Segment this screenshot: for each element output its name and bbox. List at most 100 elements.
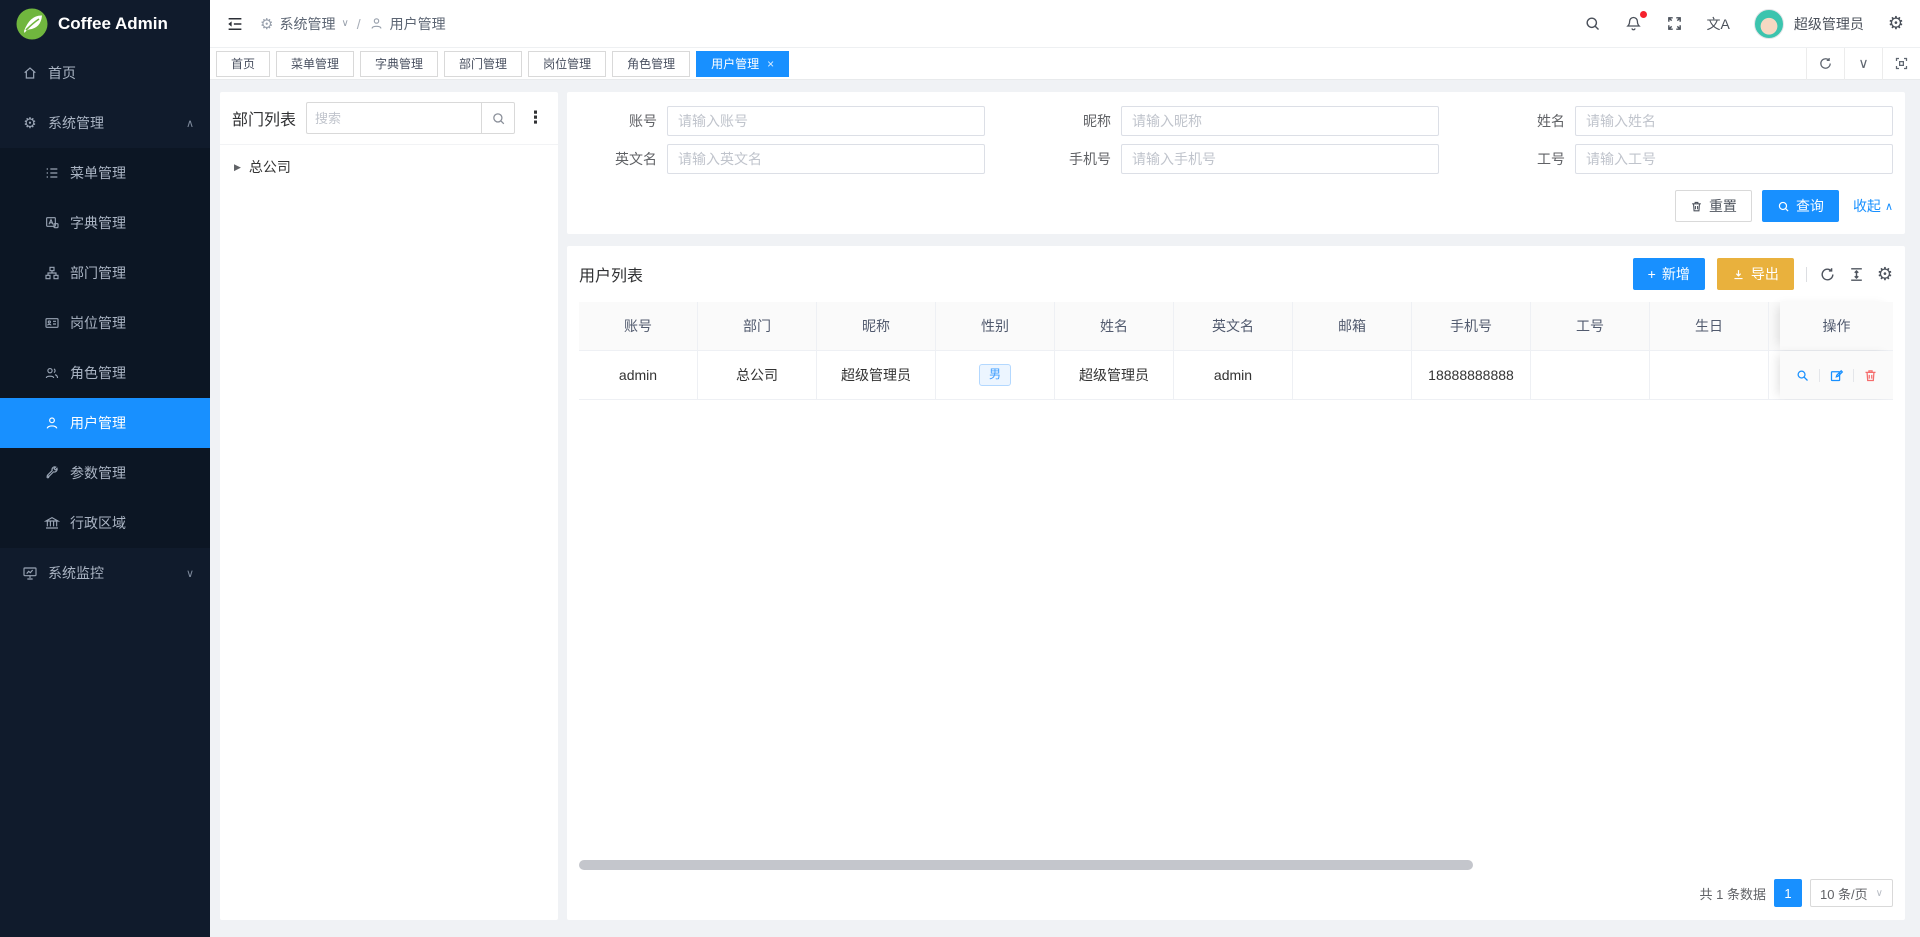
edit-row-icon[interactable] bbox=[1829, 368, 1844, 383]
tab-close-icon[interactable]: × bbox=[767, 57, 774, 71]
collapse-link-label: 收起 bbox=[1853, 196, 1881, 216]
department-panel: 部门列表 ⋮ ▶ 总公司 bbox=[220, 92, 558, 920]
sidebar-item-post-management[interactable]: 岗位管理 bbox=[0, 298, 210, 348]
table-header-row: 账号 部门 昵称 性别 姓名 英文名 邮箱 手机号 工号 生日 操作 bbox=[579, 302, 1893, 351]
query-button[interactable]: 查询 bbox=[1762, 190, 1839, 222]
monitor-icon bbox=[22, 565, 38, 581]
search-icon[interactable] bbox=[481, 102, 515, 134]
cell-account: admin bbox=[579, 351, 698, 399]
name-input[interactable] bbox=[1575, 106, 1893, 136]
column-header-birthday: 生日 bbox=[1650, 302, 1769, 350]
add-user-button[interactable]: + 新增 bbox=[1633, 258, 1705, 290]
export-button[interactable]: 导出 bbox=[1717, 258, 1794, 290]
reset-button-label: 重置 bbox=[1709, 196, 1737, 216]
notification-bell-icon[interactable] bbox=[1625, 15, 1642, 32]
tab-user-management[interactable]: 用户管理 × bbox=[696, 51, 789, 77]
sidebar-item-role-management[interactable]: 角色管理 bbox=[0, 348, 210, 398]
column-settings-gear-icon[interactable]: ⚙ bbox=[1877, 265, 1893, 283]
sidebar-item-dictionary-management[interactable]: 字典管理 bbox=[0, 198, 210, 248]
sidebar-item-system-monitor[interactable]: 系统监控 ∨ bbox=[0, 548, 210, 598]
logo[interactable]: Coffee Admin bbox=[0, 0, 210, 48]
sidebar-collapse-icon[interactable] bbox=[226, 15, 244, 33]
action-divider bbox=[1853, 369, 1854, 382]
tree-node-head-office[interactable]: ▶ 总公司 bbox=[234, 157, 544, 177]
account-input[interactable] bbox=[667, 106, 985, 136]
tab-department-management[interactable]: 部门管理 bbox=[444, 51, 522, 77]
id-card-icon bbox=[44, 315, 60, 331]
home-icon bbox=[22, 65, 38, 81]
user-name: 超级管理员 bbox=[1794, 14, 1864, 34]
app-title: Coffee Admin bbox=[58, 14, 168, 34]
field-label: 姓名 bbox=[1487, 111, 1575, 131]
user-icon bbox=[44, 415, 60, 431]
job-number-input[interactable] bbox=[1575, 144, 1893, 174]
search-form-actions: 重置 查询 收起 ∧ bbox=[579, 190, 1893, 222]
breadcrumb-user-management[interactable]: 用户管理 bbox=[369, 14, 446, 34]
tab-bar: 首页 菜单管理 字典管理 部门管理 岗位管理 角色管理 用户管理 × ∨ bbox=[210, 48, 1920, 80]
chevron-down-icon: ∨ bbox=[341, 18, 348, 29]
tab-label: 首页 bbox=[231, 55, 255, 72]
row-spacer bbox=[1769, 351, 1780, 399]
sidebar-item-label: 系统监控 bbox=[48, 563, 104, 583]
pagination: 共 1 条数据 1 10 条/页 ∨ bbox=[579, 878, 1893, 908]
user-menu[interactable]: 超级管理员 bbox=[1754, 9, 1864, 39]
sidebar-item-label: 岗位管理 bbox=[70, 313, 126, 333]
breadcrumb-system-management[interactable]: ⚙ 系统管理 ∨ bbox=[260, 14, 349, 34]
page-size-select[interactable]: 10 条/页 ∨ bbox=[1810, 879, 1893, 907]
nickname-input[interactable] bbox=[1121, 106, 1439, 136]
content-fullscreen-icon[interactable] bbox=[1882, 48, 1920, 80]
sidebar-item-label: 首页 bbox=[48, 63, 76, 83]
tab-dictionary-management[interactable]: 字典管理 bbox=[360, 51, 438, 77]
tab-role-management[interactable]: 角色管理 bbox=[612, 51, 690, 77]
english-name-input[interactable] bbox=[667, 144, 985, 174]
sidebar-item-parameter-management[interactable]: 参数管理 bbox=[0, 448, 210, 498]
sidebar-item-user-management[interactable]: 用户管理 bbox=[0, 398, 210, 448]
user-list-card: 用户列表 + 新增 导出 bbox=[567, 246, 1905, 920]
user-list-title: 用户列表 bbox=[579, 262, 643, 286]
caret-right-icon[interactable]: ▶ bbox=[234, 162, 241, 173]
column-header-job-no: 工号 bbox=[1531, 302, 1650, 350]
translate-icon[interactable]: 文A bbox=[1707, 14, 1730, 34]
sidebar-item-system-management[interactable]: ⚙ 系统管理 ∧ bbox=[0, 98, 210, 148]
cell-english: admin bbox=[1174, 351, 1293, 399]
tab-post-management[interactable]: 岗位管理 bbox=[528, 51, 606, 77]
department-search-input[interactable] bbox=[306, 102, 481, 134]
action-divider bbox=[1819, 369, 1820, 382]
sidebar-item-administrative-region[interactable]: 行政区域 bbox=[0, 498, 210, 548]
sidebar-item-home[interactable]: 首页 bbox=[0, 48, 210, 98]
collapse-form-link[interactable]: 收起 ∧ bbox=[1853, 196, 1893, 216]
search-form: 账号 昵称 姓名 英文名 手机号 bbox=[579, 106, 1893, 174]
gear-icon: ⚙ bbox=[22, 115, 38, 131]
more-options-icon[interactable]: ⋮ bbox=[525, 108, 546, 128]
row-height-icon[interactable] bbox=[1848, 266, 1865, 283]
field-account: 账号 bbox=[579, 106, 985, 136]
refresh-icon[interactable] bbox=[1806, 48, 1844, 80]
chevron-up-icon: ∧ bbox=[186, 117, 194, 130]
bank-icon bbox=[44, 515, 60, 531]
tab-home[interactable]: 首页 bbox=[216, 51, 270, 77]
refresh-icon[interactable] bbox=[1819, 266, 1836, 283]
tab-options-chevron-icon[interactable]: ∨ bbox=[1844, 48, 1882, 80]
sidebar-item-label: 角色管理 bbox=[70, 363, 126, 383]
horizontal-scrollbar-thumb[interactable] bbox=[579, 860, 1473, 870]
department-tree: ▶ 总公司 bbox=[220, 145, 558, 189]
tree-node-label: 总公司 bbox=[249, 157, 291, 177]
search-form-card: 账号 昵称 姓名 英文名 手机号 bbox=[567, 92, 1905, 234]
sidebar-item-menu-management[interactable]: 菜单管理 bbox=[0, 148, 210, 198]
user-table: 账号 部门 昵称 性别 姓名 英文名 邮箱 手机号 工号 生日 操作 admin… bbox=[579, 302, 1893, 908]
sidebar-item-label: 行政区域 bbox=[70, 513, 126, 533]
sidebar-item-department-management[interactable]: 部门管理 bbox=[0, 248, 210, 298]
fullscreen-icon[interactable] bbox=[1666, 15, 1683, 32]
search-icon[interactable] bbox=[1584, 15, 1601, 32]
gear-icon: ⚙ bbox=[260, 15, 273, 33]
settings-gear-icon[interactable]: ⚙ bbox=[1888, 13, 1904, 34]
search-icon bbox=[1777, 200, 1790, 213]
pagination-page-1[interactable]: 1 bbox=[1774, 879, 1802, 907]
phone-input[interactable] bbox=[1121, 144, 1439, 174]
delete-row-icon[interactable] bbox=[1863, 368, 1878, 383]
tab-menu-management[interactable]: 菜单管理 bbox=[276, 51, 354, 77]
view-row-icon[interactable] bbox=[1795, 368, 1810, 383]
field-label: 工号 bbox=[1487, 149, 1575, 169]
reset-button[interactable]: 重置 bbox=[1675, 190, 1752, 222]
tab-label: 角色管理 bbox=[627, 55, 675, 72]
